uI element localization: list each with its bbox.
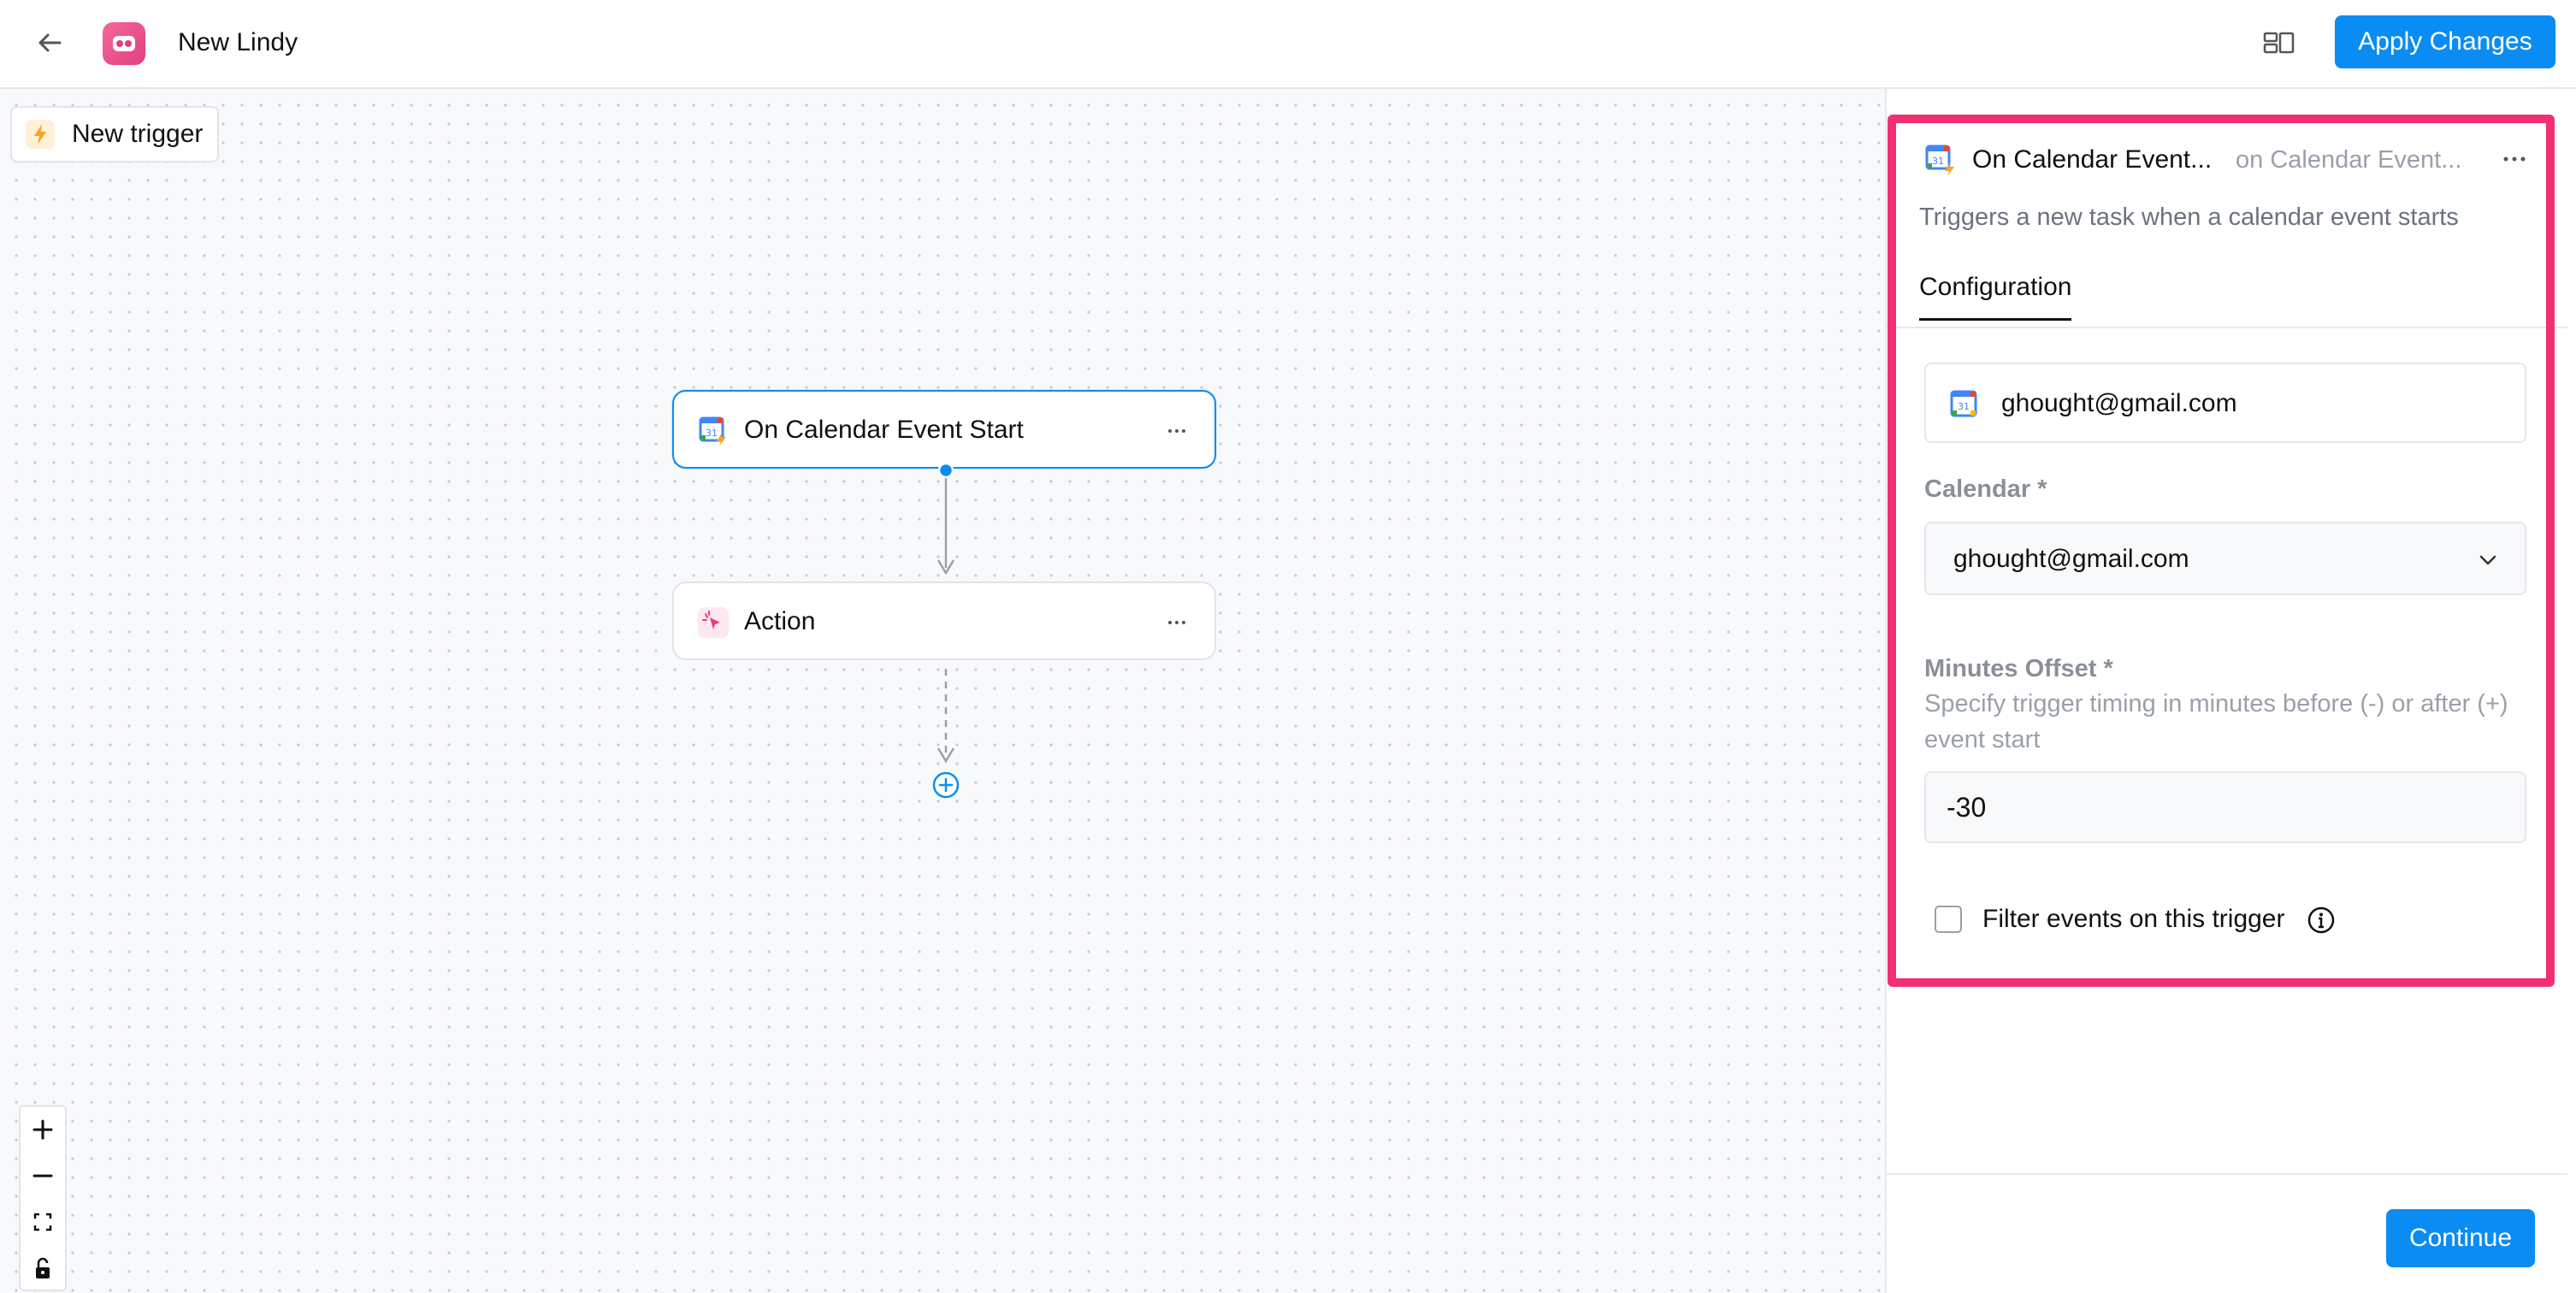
chevron-down-icon (2479, 555, 2496, 565)
trigger-node[interactable]: 31 On Calendar Event Start (672, 390, 1216, 469)
sparkle-cursor-icon (698, 607, 729, 638)
flow-connectors (936, 470, 955, 764)
apply-changes-button[interactable]: Apply Changes (2335, 15, 2555, 68)
svg-text:31: 31 (1958, 401, 1970, 412)
more-options-icon[interactable] (2497, 144, 2532, 174)
google-calendar-icon: 31 (1950, 390, 1977, 417)
calendar-label: Calendar * (1924, 475, 2047, 503)
continue-button[interactable]: Continue (2386, 1209, 2535, 1267)
new-trigger-button[interactable]: New trigger (10, 106, 219, 162)
minutes-offset-input[interactable] (1924, 771, 2526, 843)
trigger-node-label: On Calendar Event Start (744, 416, 1024, 444)
action-node-label: Action (744, 607, 816, 635)
new-trigger-label: New trigger (72, 120, 204, 148)
workflow-canvas[interactable]: New trigger 31 On Calendar Event Start A… (0, 89, 1885, 1293)
lightning-bolt-icon (26, 120, 55, 149)
google-calendar-icon: 31 (699, 416, 726, 446)
add-step-icon[interactable] (931, 770, 961, 800)
panel-subtitle[interactable]: on Calendar Event... (2236, 144, 2461, 176)
back-arrow-icon[interactable] (32, 26, 67, 60)
zoom-in-icon[interactable] (21, 1107, 65, 1153)
filter-events-label: Filter events on this trigger (1982, 905, 2285, 933)
more-options-icon[interactable] (1161, 416, 1192, 446)
google-calendar-icon: 31 (1925, 145, 1954, 176)
layout-icon[interactable] (2261, 26, 2297, 60)
zoom-controls (19, 1105, 67, 1291)
calendar-select[interactable]: ghought@gmail.com (1924, 522, 2526, 595)
fit-view-icon[interactable] (21, 1199, 65, 1245)
svg-text:31: 31 (706, 428, 718, 439)
info-icon[interactable] (2306, 905, 2337, 936)
tab-configuration[interactable]: Configuration (1919, 270, 2072, 321)
top-bar: New Lindy Apply Changes (0, 0, 2576, 89)
account-email: ghought@gmail.com (2001, 389, 2237, 417)
lock-icon[interactable] (21, 1245, 65, 1291)
footer-divider (1887, 1173, 2567, 1175)
more-options-icon[interactable] (1161, 607, 1192, 638)
panel-description: Triggers a new task when a calendar even… (1919, 204, 2459, 231)
tab-divider (1887, 327, 2567, 328)
zoom-out-icon[interactable] (21, 1153, 65, 1199)
filter-events-checkbox[interactable] (1935, 906, 1962, 933)
app-logo-icon (103, 22, 145, 65)
action-node[interactable]: Action (672, 582, 1216, 660)
account-selector[interactable]: 31 ghought@gmail.com (1924, 363, 2526, 443)
calendar-select-value: ghought@gmail.com (1953, 545, 2189, 573)
minutes-offset-label: Minutes Offset * (1924, 655, 2113, 682)
page-title: New Lindy (178, 28, 298, 56)
connection-handle[interactable] (937, 462, 954, 479)
panel-title: On Calendar Event... (1972, 145, 2213, 174)
minutes-offset-help: Specify trigger timing in minutes before… (1924, 690, 2508, 753)
svg-text:31: 31 (1932, 156, 1944, 167)
